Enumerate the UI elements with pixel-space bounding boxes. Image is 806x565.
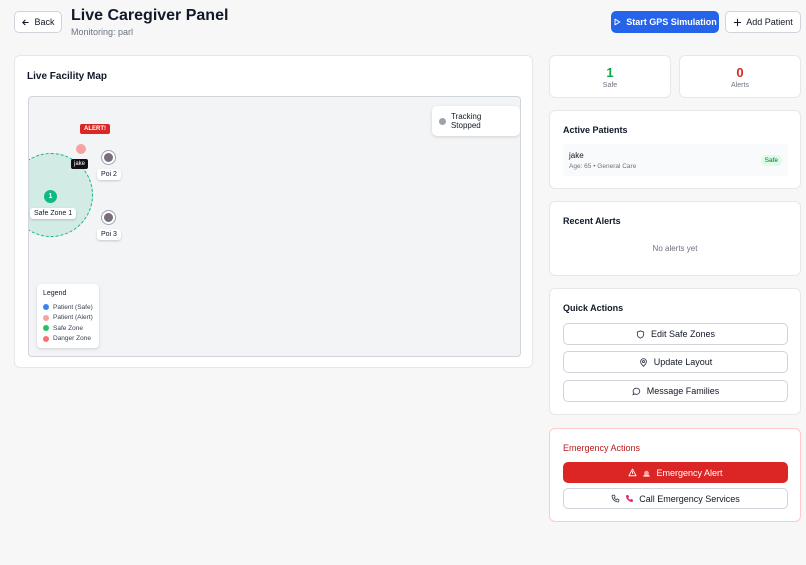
message-families-button[interactable]: Message Families (563, 380, 788, 402)
add-patient-label: Add Patient (746, 17, 793, 27)
plus-icon (733, 18, 742, 27)
legend-item: Patient (Safe) (43, 302, 93, 313)
legend-label: Patient (Alert) (53, 314, 93, 322)
legend-swatch-icon (43, 314, 49, 321)
call-emergency-label: Call Emergency Services (639, 493, 740, 504)
patient-list-item[interactable]: jake Age: 65 • General Care Safe (563, 144, 788, 176)
update-layout-button[interactable]: Update Layout (563, 351, 788, 373)
legend-label: Safe Zone (53, 324, 83, 332)
status-dot-icon (439, 117, 446, 125)
patient-tag: jake (71, 159, 89, 169)
safe-zone-label: Safe Zone 1 (30, 208, 77, 219)
page-title: Live Caregiver Panel (71, 7, 229, 24)
quick-actions-title: Quick Actions (563, 303, 624, 313)
legend-title: Legend (43, 290, 67, 297)
poi-label: Poi 3 (97, 229, 121, 240)
legend-swatch-icon (43, 325, 49, 332)
poi-pin-icon: • (107, 214, 110, 221)
phone-icon (611, 494, 620, 503)
active-patients-title: Active Patients (563, 125, 628, 135)
legend-label: Patient (Safe) (53, 303, 93, 311)
patient-name: jake (569, 151, 584, 160)
facility-map[interactable]: 1 Safe Zone 1 ALERT! jake • Poi 2 • Poi … (28, 96, 521, 357)
alerts-count-card: 0 Alerts (679, 55, 801, 98)
alert-tag: ALERT! (80, 124, 110, 134)
alerts-count: 0 (736, 65, 744, 80)
update-layout-label: Update Layout (653, 357, 713, 367)
alerts-count-label: Alerts (731, 82, 749, 89)
quick-actions-card: Quick Actions Edit Safe Zones Update Lay… (549, 288, 801, 415)
header: Back Live Caregiver Panel Monitoring: pa… (14, 6, 801, 40)
status-badge: Safe (760, 155, 782, 166)
gps-label: Start GPS Simulation (626, 17, 717, 27)
legend-swatch-icon (43, 335, 49, 342)
safe-zone-marker[interactable]: 1 (44, 190, 57, 203)
facility-map-card: Live Facility Map 1 Safe Zone 1 ALERT! j… (14, 55, 533, 368)
arrow-left-icon (21, 18, 30, 27)
tracking-status-label: Tracking Stopped (450, 112, 482, 130)
message-families-label: Message Families (646, 386, 720, 396)
edit-safe-zones-label: Edit Safe Zones (650, 329, 716, 339)
patient-marker[interactable] (76, 144, 86, 154)
edit-safe-zones-button[interactable]: Edit Safe Zones (563, 323, 788, 345)
map-legend: Legend Patient (Safe) Patient (Alert) Sa… (37, 284, 99, 348)
back-label: Back (34, 17, 55, 27)
warning-icon (628, 468, 638, 477)
map-pin-icon (639, 357, 648, 367)
emergency-actions-card: Emergency Actions Emergency Alert Call E… (549, 428, 801, 522)
phone-red-icon (625, 494, 634, 503)
play-icon (613, 18, 621, 26)
active-patients-card: Active Patients jake Age: 65 • General C… (549, 110, 801, 189)
page-subtitle: Monitoring: parl (71, 27, 134, 37)
start-gps-simulation-button[interactable]: Start GPS Simulation (611, 11, 719, 33)
emergency-actions-title: Emergency Actions (563, 443, 641, 453)
map-title: Live Facility Map (27, 71, 108, 82)
legend-item: Danger Zone (43, 334, 93, 345)
safe-count-label: Safe (602, 82, 618, 89)
safe-count-card: 1 Safe (549, 55, 671, 98)
add-patient-button[interactable]: Add Patient (725, 11, 801, 33)
poi-marker[interactable]: • (102, 211, 115, 224)
call-emergency-services-button[interactable]: Call Emergency Services (563, 488, 788, 509)
siren-icon (642, 468, 651, 477)
poi-marker[interactable]: • (102, 151, 115, 164)
back-button[interactable]: Back (14, 11, 62, 33)
legend-item: Safe Zone (43, 323, 93, 334)
tracking-status: Tracking Stopped (432, 106, 520, 136)
emergency-alert-button[interactable]: Emergency Alert (563, 462, 788, 483)
legend-item: Patient (Alert) (43, 313, 93, 324)
shield-icon (636, 329, 645, 339)
legend-label: Danger Zone (53, 335, 91, 343)
legend-swatch-icon (43, 304, 49, 311)
message-icon (632, 387, 641, 396)
no-alerts-message: No alerts yet (652, 244, 698, 253)
emergency-alert-label: Emergency Alert (656, 467, 723, 478)
recent-alerts-card: Recent Alerts No alerts yet (549, 201, 801, 276)
safe-count: 1 (606, 65, 614, 80)
poi-pin-icon: • (107, 154, 110, 161)
recent-alerts-title: Recent Alerts (563, 216, 621, 226)
poi-label: Poi 2 (97, 169, 121, 180)
patient-meta: Age: 65 • General Care (569, 163, 637, 170)
